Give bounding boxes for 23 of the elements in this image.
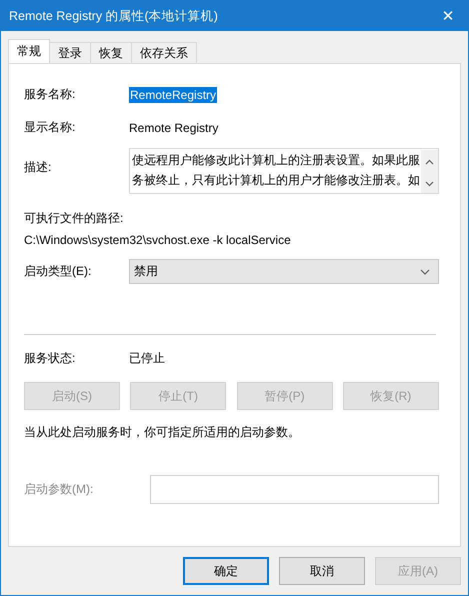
field-label: 启动参数(M):	[24, 481, 94, 498]
tab[interactable]: 常规	[8, 39, 50, 63]
tab[interactable]: 依存关系	[131, 42, 197, 63]
service-name-value: RemoteRegistry	[129, 86, 218, 102]
display-name-value: Remote Registry	[129, 120, 218, 134]
service-status-value: 已停止	[129, 350, 165, 367]
hint-text: 当从此处启动服务时，你可指定所适用的启动参数。	[24, 424, 301, 441]
field-label: 显示名称:	[24, 119, 76, 136]
description-box[interactable]: 使远程用户能修改此计算机上的注册表设置。如果此服务被终止，只有此计算机上的用户才能修改注册表。如	[129, 148, 439, 194]
scroll-up-icon[interactable]	[425, 159, 434, 165]
window-title: Remote Registry 的属性(本地计算机)	[9, 8, 218, 24]
scroll-down-icon[interactable]	[425, 181, 434, 187]
field-label: 描述:	[24, 159, 52, 176]
startup-type-dropdown[interactable]: 禁用	[129, 259, 439, 284]
executable-path: C:\Windows\system32\svchost.exe -k localService	[24, 233, 292, 247]
field-label: 服务名称:	[24, 86, 76, 103]
dialog-button[interactable]: 确定	[183, 557, 269, 585]
field-label: 可执行文件的路径:	[24, 210, 124, 227]
chevron-down-icon	[420, 268, 430, 274]
field-label: 服务状态:	[24, 350, 76, 367]
close-button[interactable]: ✕	[428, 1, 468, 31]
dialog-button[interactable]: 取消	[279, 557, 365, 585]
field-label: 启动类型(E):	[24, 263, 92, 280]
